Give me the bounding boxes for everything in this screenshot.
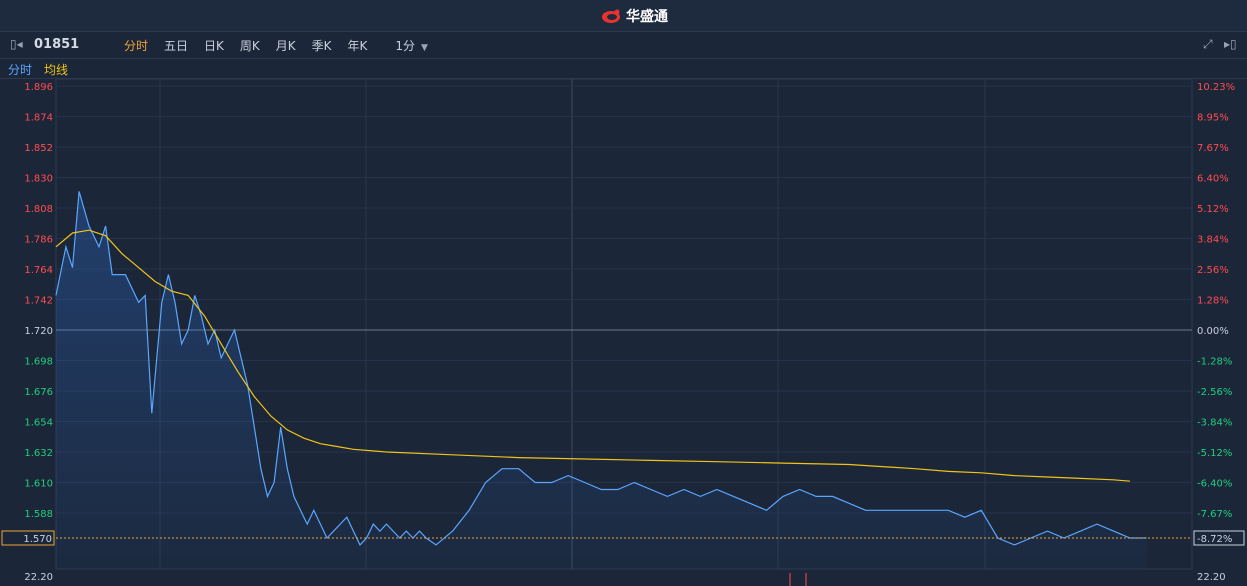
collapse-left-icon[interactable]: ▯◂: [10, 37, 23, 51]
current-pct-label: -8.72%: [1197, 534, 1232, 545]
right-tick-label: -5.12%: [1197, 448, 1232, 459]
right-tick-label: 10.23%: [1197, 82, 1235, 93]
right-tick-label: -7.67%: [1197, 509, 1232, 520]
left-tick-label: 1.632: [24, 448, 53, 459]
tab-daily-k[interactable]: 日K: [204, 37, 224, 54]
tab-quarterly-k[interactable]: 季K: [312, 37, 332, 54]
chevron-down-icon: ▼: [421, 43, 428, 53]
left-tick-label: 1.896: [24, 82, 53, 93]
left-tick-label: 1.786: [24, 235, 53, 246]
right-tick-label: 2.56%: [1197, 265, 1229, 276]
interval-label: 1分: [395, 39, 416, 53]
legend-average: 均线: [44, 63, 69, 77]
period-tabs: 分时 五日 日K 周K 月K 季K 年K 1分 ▼: [124, 37, 444, 54]
right-tick-label: 5.12%: [1197, 204, 1229, 215]
left-tick-label: 1.698: [24, 357, 53, 368]
interval-dropdown[interactable]: 1分 ▼: [395, 37, 428, 54]
tab-intraday[interactable]: 分时: [124, 37, 148, 54]
right-tick-label: 8.95%: [1197, 113, 1229, 124]
volume-label-left: 22.20: [24, 572, 53, 583]
fullscreen-icon[interactable]: ⤢: [1203, 37, 1213, 52]
right-tick-label: 0.00%: [1197, 326, 1229, 337]
left-tick-label: 1.654: [24, 418, 53, 429]
left-tick-label: 1.676: [24, 387, 53, 398]
stock-symbol: 01851: [34, 37, 80, 52]
current-price-label: 1.570: [23, 534, 52, 545]
tab-weekly-k[interactable]: 周K: [240, 37, 260, 54]
intraday-chart: 1.896 1.874 1.852 1.830 1.808 1.786 1.764 1.742…: [1, 79, 1245, 586]
left-tick-label: 1.808: [24, 204, 53, 215]
left-tick-label: 1.852: [24, 143, 53, 154]
brand-logo: 华盛通: [600, 6, 668, 26]
collapse-right-icon[interactable]: ▸▯: [1224, 37, 1237, 51]
tab-monthly-k[interactable]: 月K: [276, 37, 296, 54]
left-tick-label: 1.764: [24, 265, 53, 276]
brand-icon: [602, 9, 620, 23]
right-tick-label: -6.40%: [1197, 479, 1232, 490]
left-tick-label: 1.742: [24, 296, 53, 307]
left-tick-label: 1.588: [24, 509, 53, 520]
right-tick-label: -1.28%: [1197, 357, 1232, 368]
right-tick-label: -3.84%: [1197, 418, 1232, 429]
right-tick-label: 7.67%: [1197, 143, 1229, 154]
left-tick-label: 1.874: [24, 113, 53, 124]
toolbar: ▯◂ 01851 分时 五日 日K 周K 月K 季K 年K 1分 ▼ ⤢ ▸▯: [0, 32, 1247, 59]
right-tick-label: 3.84%: [1197, 235, 1229, 246]
tab-yearly-k[interactable]: 年K: [348, 37, 368, 54]
right-tick-label: -2.56%: [1197, 387, 1232, 398]
right-tick-label: 1.28%: [1197, 296, 1229, 307]
legend-intraday: 分时: [8, 63, 33, 77]
legend-bar: 分时 均线: [0, 59, 1247, 79]
title-bar: 华盛通: [0, 0, 1247, 32]
left-tick-label: 1.830: [24, 174, 53, 185]
left-tick-label: 1.610: [24, 479, 53, 490]
left-tick-label: 1.720: [24, 326, 53, 337]
brand-name: 华盛通: [626, 9, 668, 25]
tab-five-day[interactable]: 五日: [164, 37, 188, 54]
right-tick-label: 6.40%: [1197, 174, 1229, 185]
volume-label-right: 22.20: [1197, 572, 1226, 583]
